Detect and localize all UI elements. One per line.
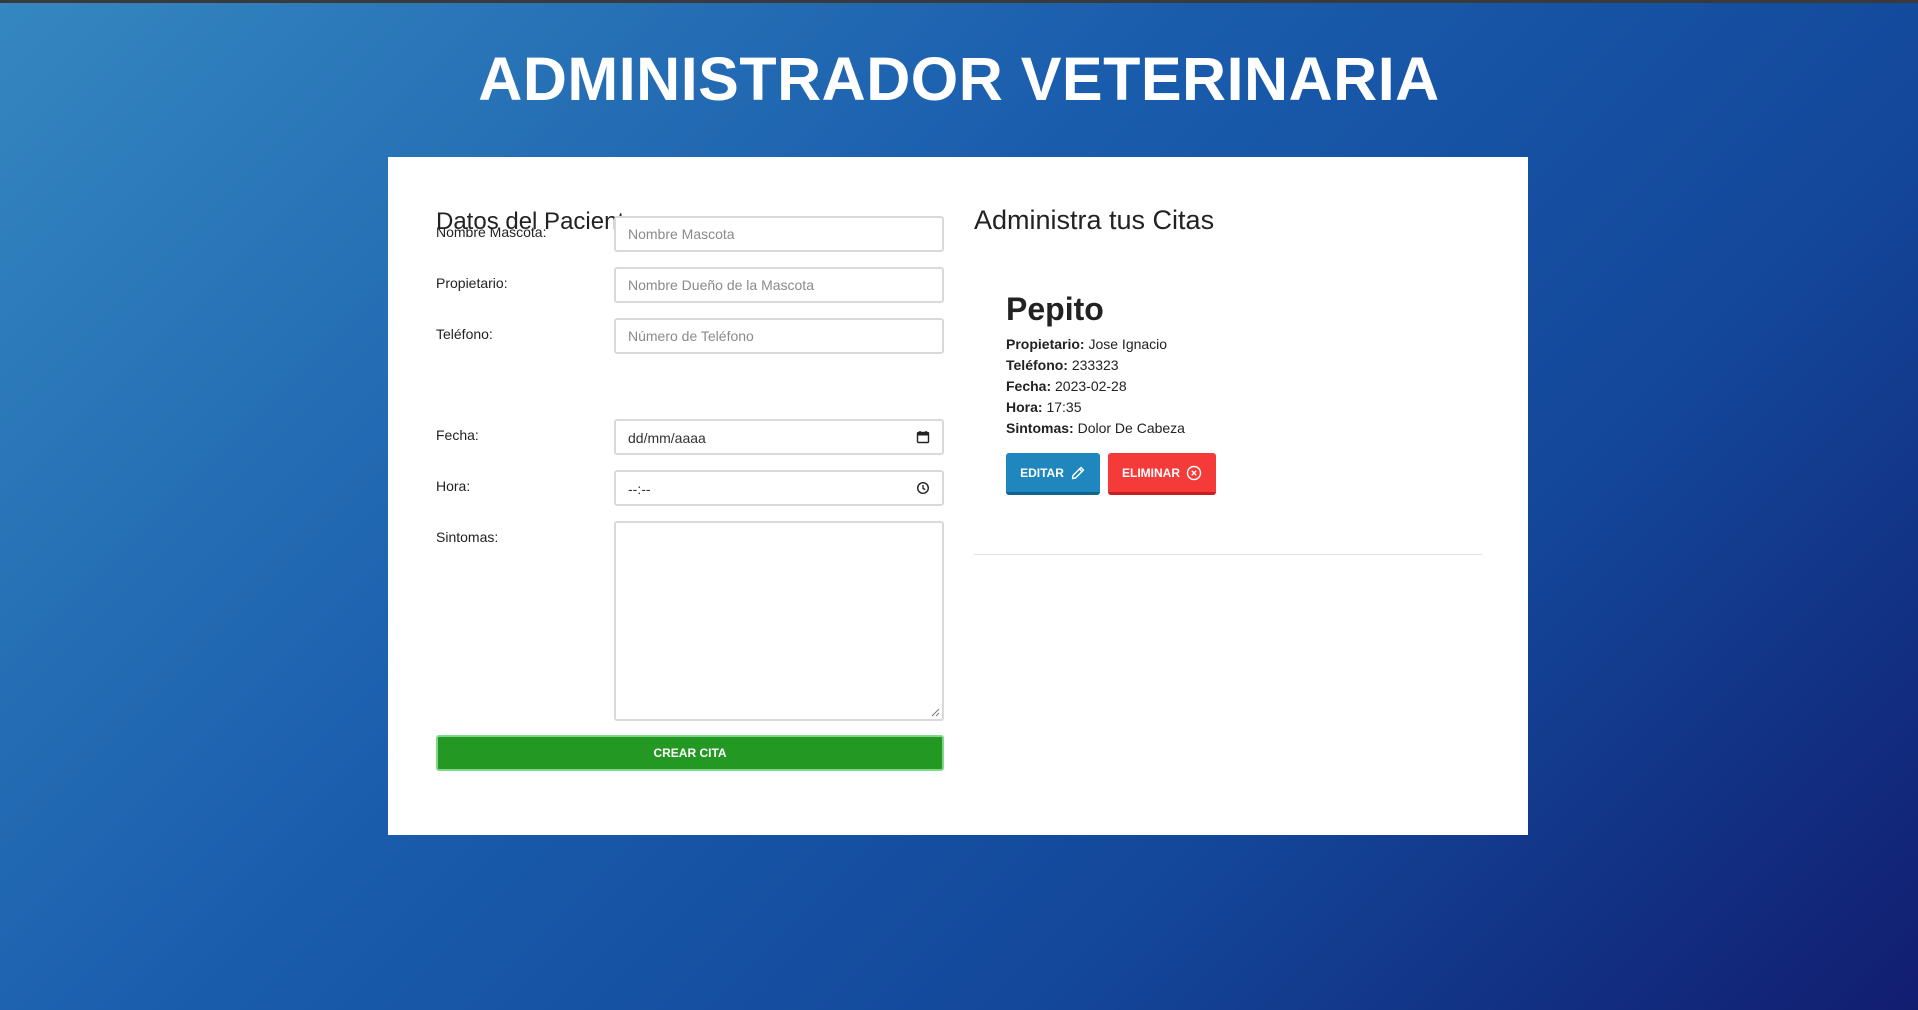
date-value: 2023-02-28: [1055, 378, 1127, 394]
time-key: Hora:: [1006, 399, 1043, 415]
time-input-value: --:--: [628, 481, 651, 497]
symptoms-key: Sintomas:: [1006, 420, 1074, 436]
clock-icon[interactable]: [916, 481, 930, 495]
symptoms-value: Dolor De Cabeza: [1077, 420, 1185, 436]
appointment-owner: Propietario: Jose Ignacio: [1006, 334, 1446, 355]
appointment-details: Propietario: Jose Ignacio Teléfono: 2333…: [1006, 334, 1446, 439]
edit-button[interactable]: EDITAR: [1006, 453, 1100, 495]
symptoms-textarea[interactable]: [614, 521, 944, 721]
field-pet-name: Nombre Mascota:: [436, 216, 944, 252]
close-circle-icon: [1186, 465, 1202, 480]
phone-input[interactable]: [614, 318, 944, 354]
resize-handle-icon[interactable]: [931, 708, 940, 717]
calendar-icon[interactable]: [916, 430, 930, 444]
delete-button-label: ELIMINAR: [1122, 465, 1180, 480]
appointment-time: Hora: 17:35: [1006, 397, 1446, 418]
appointment-pet-name: Pepito: [1006, 291, 1104, 327]
date-input-value: dd/mm/aaaa: [628, 430, 706, 446]
create-appointment-button[interactable]: CREAR CITA: [436, 735, 944, 771]
field-symptoms: Sintomas:: [436, 521, 944, 721]
phone-value: 233323: [1071, 357, 1119, 373]
owner-key: Propietario:: [1006, 336, 1085, 352]
phone-label: Teléfono:: [436, 326, 493, 342]
date-label: Fecha:: [436, 427, 479, 443]
pet-name-input[interactable]: [614, 216, 944, 252]
appointment-phone: Teléfono: 233323: [1006, 355, 1446, 376]
symptoms-label: Sintomas:: [436, 529, 499, 545]
delete-button[interactable]: ELIMINAR: [1108, 453, 1216, 495]
pet-name-label: Nombre Mascota:: [436, 224, 547, 240]
page-title: ADMINISTRADOR VETERINARIA: [478, 45, 1440, 113]
appointment-card: Pepito Propietario: Jose Ignacio Teléfon…: [1006, 291, 1446, 497]
time-input[interactable]: --:--: [614, 470, 944, 506]
appointment-actions: EDITAR ELIMINAR: [1006, 453, 1446, 497]
edit-button-label: EDITAR: [1020, 465, 1064, 480]
field-owner: Propietario:: [436, 267, 944, 303]
appointment-date: Fecha: 2023-02-28: [1006, 376, 1446, 397]
field-phone: Teléfono:: [436, 318, 944, 354]
owner-value: Jose Ignacio: [1088, 336, 1168, 352]
field-time: Hora: --:--: [436, 470, 944, 506]
appointments-heading: Administra tus Citas: [974, 205, 1215, 235]
main-card: Datos del Paciente Nombre Mascota: Propi…: [388, 157, 1528, 835]
owner-input[interactable]: [614, 267, 944, 303]
appointment-symptoms: Sintomas: Dolor De Cabeza: [1006, 418, 1446, 439]
time-value: 17:35: [1046, 399, 1082, 415]
window-top-border: [0, 0, 1918, 3]
date-input[interactable]: dd/mm/aaaa: [614, 419, 944, 455]
owner-label: Propietario:: [436, 275, 508, 291]
phone-key: Teléfono:: [1006, 357, 1068, 373]
date-key: Fecha:: [1006, 378, 1052, 394]
pencil-icon: [1071, 466, 1085, 479]
time-label: Hora:: [436, 478, 471, 494]
appointment-divider: [974, 554, 1482, 555]
field-date: Fecha: dd/mm/aaaa: [436, 419, 944, 455]
